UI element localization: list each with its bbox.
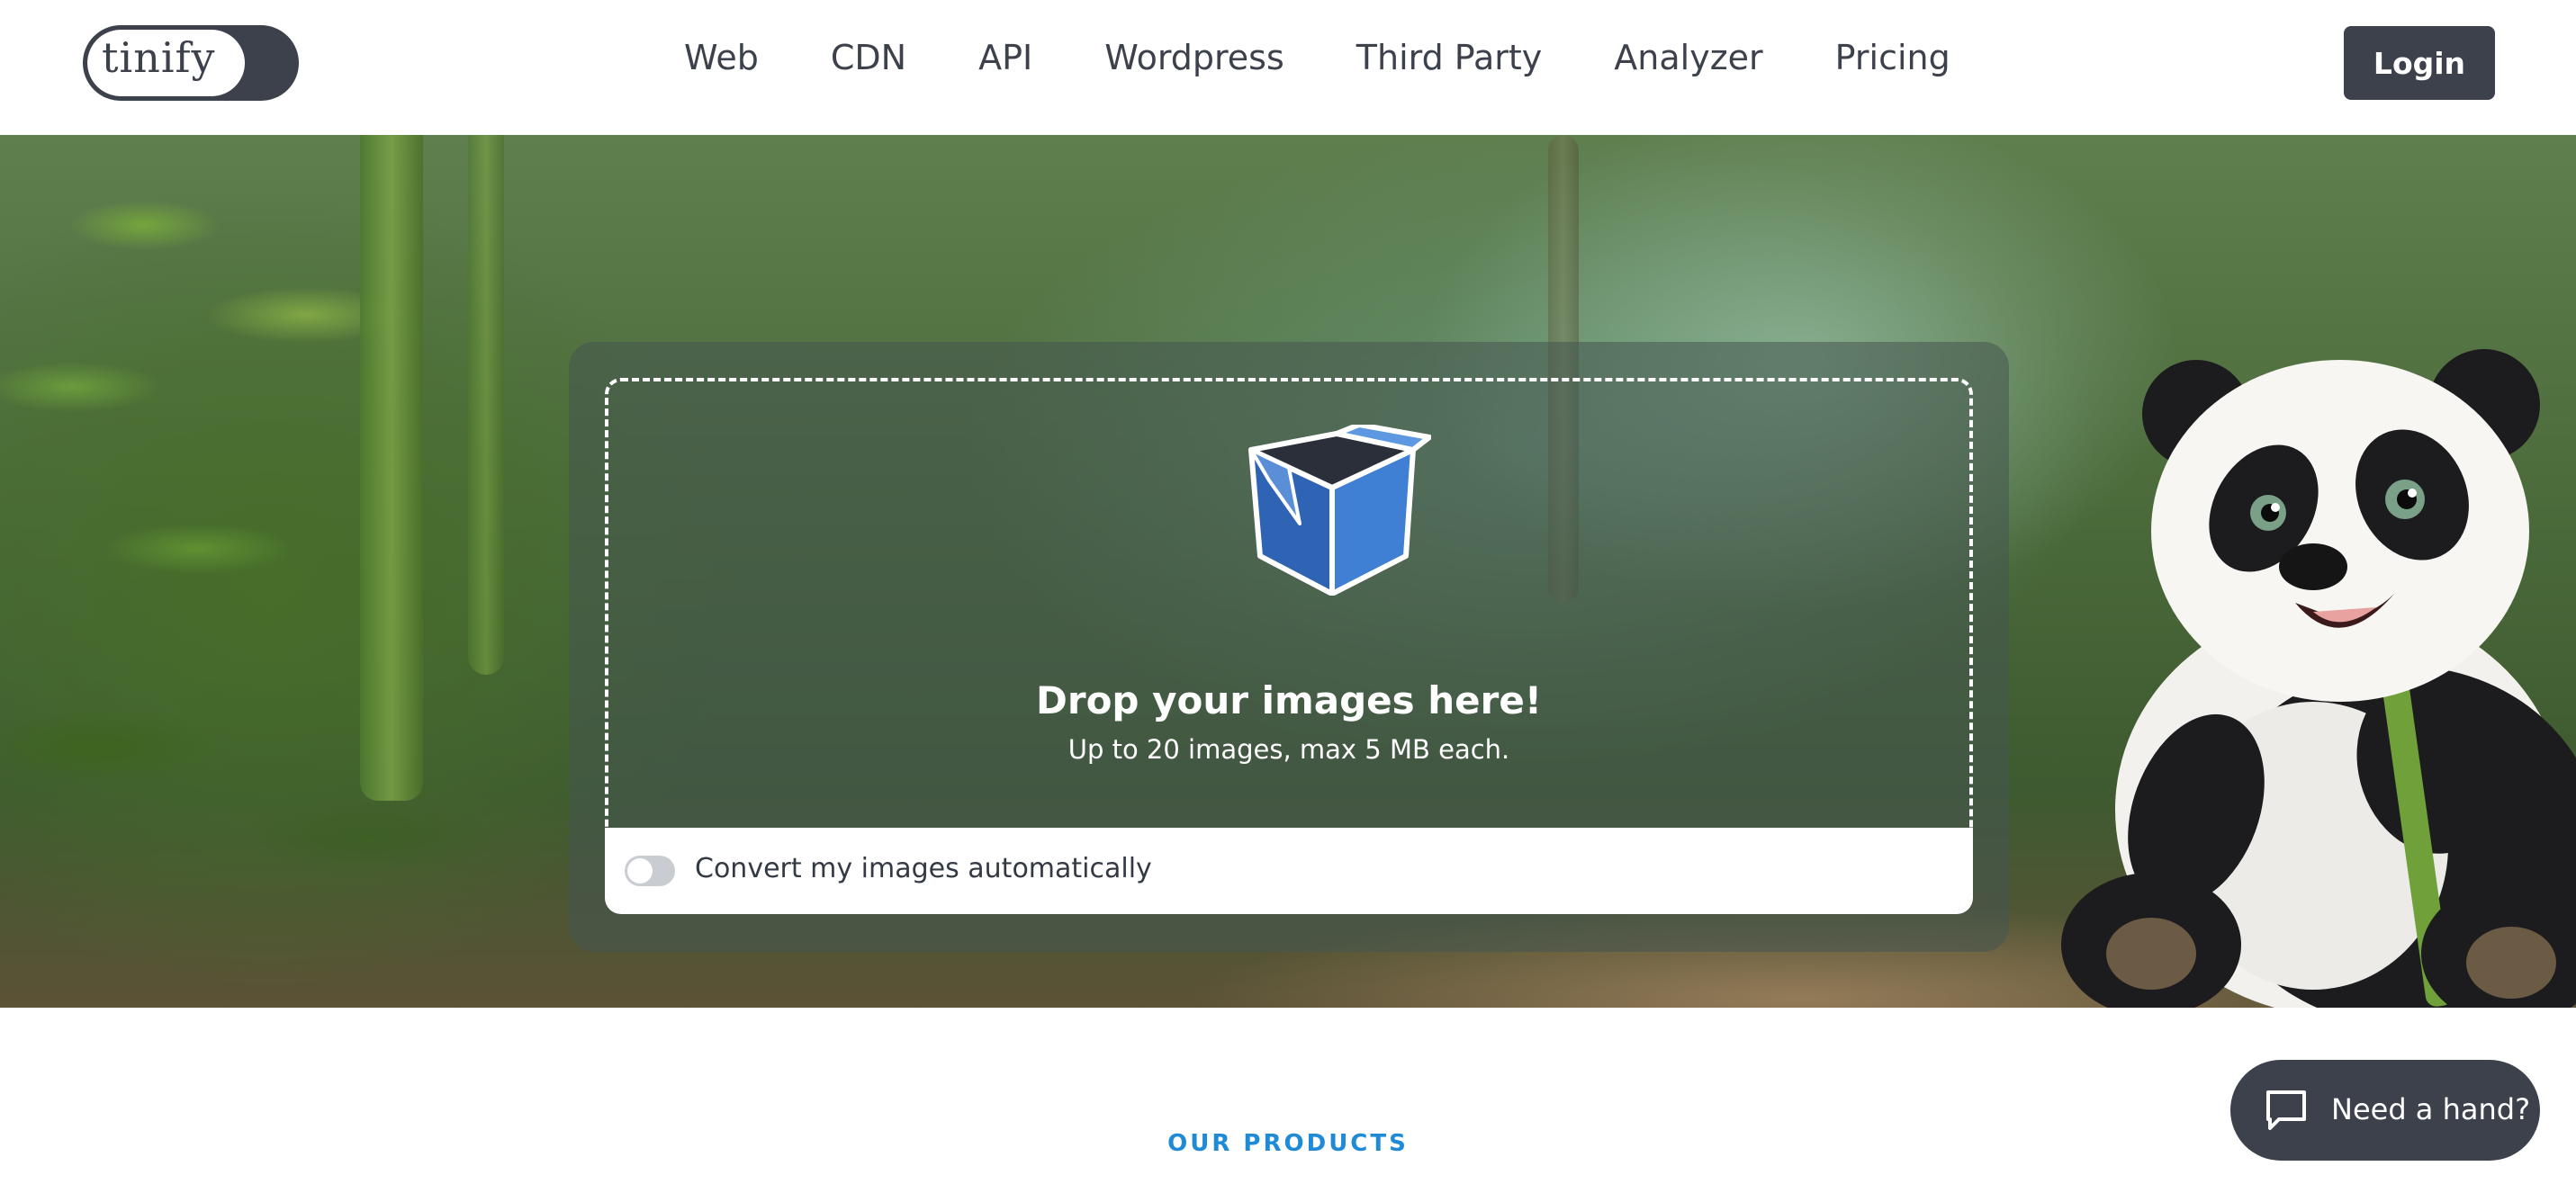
nav-item-api[interactable]: API: [978, 38, 1032, 77]
convert-label[interactable]: Convert my images automatically: [695, 853, 1152, 884]
nav-item-cdn[interactable]: CDN: [831, 38, 906, 77]
bamboo-stalk: [468, 135, 504, 675]
toggle-knob: [627, 858, 653, 884]
logo-text: tinify: [102, 33, 216, 82]
our-products-heading: OUR PRODUCTS: [1167, 1130, 1409, 1157]
nav-item-third-party[interactable]: Third Party: [1356, 38, 1543, 77]
chat-icon: [2266, 1090, 2306, 1130]
dropzone-subtitle: Up to 20 images, max 5 MB each.: [1067, 734, 1510, 765]
upload-card: Drop your images here! Up to 20 images, …: [569, 342, 2009, 952]
dropzone-title: Drop your images here!: [1036, 678, 1542, 722]
convert-toggle[interactable]: [625, 856, 675, 886]
hero-banner: Drop your images here! Up to 20 images, …: [0, 135, 2576, 1008]
image-dropzone[interactable]: Drop your images here! Up to 20 images, …: [605, 378, 1973, 828]
box-icon: [1248, 425, 1431, 596]
panda-illustration: [2061, 349, 2576, 1008]
bamboo-leaves-left: [0, 135, 594, 1008]
site-header: tinify Web CDN API Wordpress Third Party…: [0, 0, 2576, 135]
bamboo-stalk: [360, 135, 423, 801]
need-a-hand-button[interactable]: Need a hand?: [2230, 1060, 2540, 1161]
tinify-logo[interactable]: tinify: [83, 25, 299, 101]
nav-item-analyzer[interactable]: Analyzer: [1614, 38, 1762, 77]
nav-item-web[interactable]: Web: [684, 38, 759, 77]
login-button[interactable]: Login: [2344, 26, 2495, 100]
convert-option-bar: Convert my images automatically: [605, 828, 1973, 914]
main-nav: Web CDN API Wordpress Third Party Analyz…: [684, 38, 1950, 77]
help-label: Need a hand?: [2331, 1092, 2531, 1126]
nav-item-pricing[interactable]: Pricing: [1835, 38, 1950, 77]
nav-item-wordpress[interactable]: Wordpress: [1104, 38, 1284, 77]
